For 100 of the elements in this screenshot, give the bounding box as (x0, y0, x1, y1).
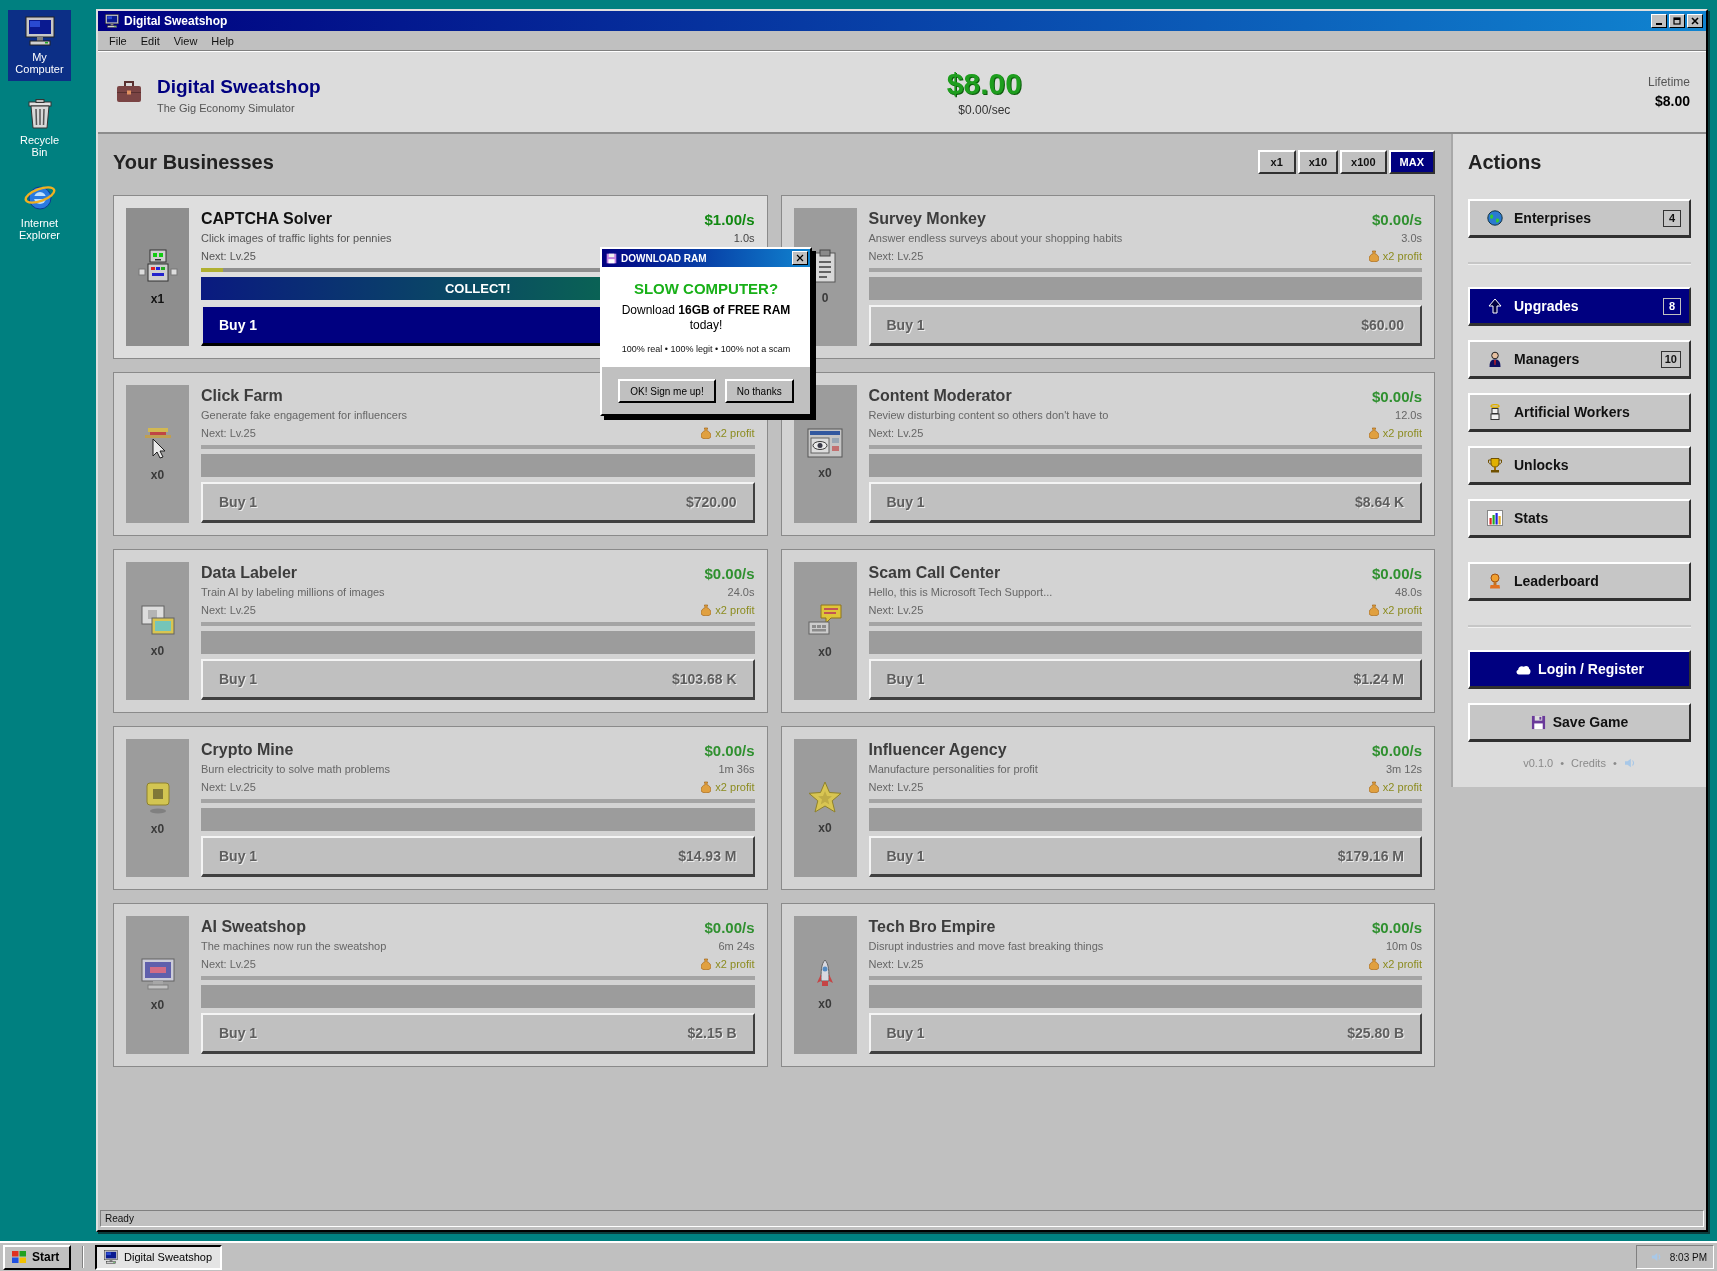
business-description: Disrupt industries and move fast breaking things (868, 940, 1104, 952)
speaker-icon (1650, 1252, 1662, 1262)
income-rate: $0.00/s (1371, 564, 1422, 582)
next-milestone: Next: Lv.25 (868, 781, 924, 793)
multiplier-button[interactable]: x10 (1297, 150, 1339, 174)
nav-button[interactable]: Upgrades 8 (1468, 287, 1691, 326)
next-milestone: Next: Lv.25 (868, 250, 924, 262)
up-arrow-icon (1487, 298, 1503, 314)
desktop-shortcut[interactable]: Recycle Bin (8, 93, 71, 164)
section-heading: Your Businesses (113, 150, 274, 174)
rocket-icon (815, 959, 835, 989)
version-text: v0.1.0 (1523, 757, 1554, 769)
balance-amount: $8.00 (946, 67, 1022, 100)
desktop-shortcut[interactable]: My Computer (8, 10, 71, 81)
start-logo-icon (11, 1250, 27, 1264)
lifetime-value: $8.00 (1654, 93, 1690, 109)
menu-item[interactable]: Edit (133, 34, 167, 47)
maximize-button[interactable] (1669, 14, 1685, 28)
login-button[interactable]: Login / Register (1468, 650, 1691, 689)
income-rate: $0.00/s (704, 741, 755, 759)
count-badge: 8 (1663, 297, 1681, 315)
money-bag-icon (1368, 781, 1379, 793)
nav-button[interactable]: Enterprises 4 (1468, 199, 1691, 238)
separator-dot: • (1560, 757, 1565, 769)
income-rate: $0.00/s (704, 564, 755, 582)
clock: 8:03 PM (1669, 1251, 1707, 1263)
nav-button[interactable]: Stats (1468, 499, 1691, 538)
menu-item[interactable]: View (166, 34, 205, 47)
next-milestone: Next: Lv.25 (868, 958, 924, 970)
monitor-icon (139, 958, 176, 990)
keyboard-speech-icon (807, 603, 843, 637)
owned-count: x0 (818, 645, 832, 659)
taskbar-button[interactable]: Digital Sweatshop (95, 1244, 222, 1270)
pictures-icon (139, 604, 176, 636)
app-subtitle: The Gig Economy Simulator (157, 102, 296, 114)
nav-button[interactable]: Leaderboard (1468, 562, 1691, 601)
next-milestone: Next: Lv.25 (201, 781, 256, 793)
cycle-time: 10m 0s (1385, 940, 1422, 952)
business-description: Burn electricity to solve math problems (201, 763, 390, 775)
award-icon (1487, 573, 1503, 589)
multiplier-button[interactable]: x100 (1340, 150, 1387, 174)
bonus-label: x2 profit (715, 781, 755, 793)
nav-button[interactable]: Managers 10 (1468, 340, 1691, 379)
sound-toggle[interactable] (1623, 758, 1636, 768)
separator-dot: • (1612, 757, 1617, 769)
close-button[interactable] (1687, 14, 1703, 28)
multiplier-button[interactable]: x1 (1257, 150, 1296, 174)
count-badge: 10 (1660, 350, 1681, 368)
business-description: Review disturbing content so others don't have to (868, 409, 1109, 421)
nav-button[interactable]: Unlocks (1468, 446, 1691, 485)
menu-item[interactable]: File (102, 34, 134, 47)
close-button[interactable] (792, 251, 808, 265)
business-description: Click images of traffic lights for pennies (201, 232, 392, 244)
income-rate: $0.00/sec (958, 102, 1011, 117)
person-icon (1487, 351, 1503, 367)
briefcase-icon (116, 81, 142, 103)
owned-count: x1 (150, 292, 165, 306)
bonus-label: x2 profit (1382, 604, 1422, 616)
business-name: Crypto Mine (201, 741, 294, 759)
next-milestone: Next: Lv.25 (201, 958, 256, 970)
nav-button[interactable]: Artificial Workers (1468, 393, 1691, 432)
close-icon (1691, 17, 1699, 25)
save-button[interactable]: Save Game (1468, 703, 1691, 742)
eye-window-icon (807, 428, 843, 458)
start-button[interactable]: Start (3, 1244, 71, 1270)
lifetime-label: Lifetime (1647, 75, 1690, 89)
bonus-label: x2 profit (1382, 958, 1422, 970)
business-name: Survey Monkey (868, 210, 986, 228)
multiplier-button[interactable]: MAX (1388, 150, 1435, 174)
cycle-time: 1m 36s (718, 763, 755, 775)
desktop-shortcut[interactable]: Internet Explorer (8, 176, 71, 247)
cost-label: $720.00 (685, 494, 737, 510)
next-milestone: Next: Lv.25 (201, 427, 256, 439)
business-description: Answer endless surveys about your shopping habits (868, 232, 1123, 244)
cost-label: $60.00 (1361, 317, 1404, 333)
income-rate: $0.00/s (1371, 387, 1422, 405)
cycle-time: 12.0s (1395, 409, 1422, 421)
business-description: Manufacture personalities for profit (868, 763, 1038, 775)
business-name: Scam Call Center (868, 564, 1001, 582)
menu-item[interactable]: Help (204, 34, 241, 47)
status-text: Ready (100, 1210, 1704, 1227)
money-bag-icon (701, 958, 712, 970)
window-title: Digital Sweatshop (124, 14, 228, 28)
dialog-button[interactable]: No thanks (724, 379, 794, 403)
next-milestone: Next: Lv.25 (868, 427, 924, 439)
business-name: CAPTCHA Solver (201, 210, 332, 228)
owned-count: x0 (150, 822, 165, 836)
minimize-button[interactable] (1651, 14, 1667, 28)
dialog-button[interactable]: OK! Sign me up! (618, 379, 716, 403)
cost-label: $2.15 B (687, 1025, 737, 1041)
money-bag-icon (701, 427, 712, 439)
bonus-label: x2 profit (715, 604, 755, 616)
money-bag-icon (1368, 604, 1379, 616)
bonus-label: x2 profit (1382, 781, 1422, 793)
cycle-time: 48.0s (1395, 586, 1422, 598)
close-icon (796, 254, 804, 262)
computer-icon (23, 16, 56, 46)
app-title: Digital Sweatshop (157, 76, 321, 98)
owned-count: x0 (150, 468, 165, 482)
income-rate: $0.00/s (1371, 918, 1422, 936)
